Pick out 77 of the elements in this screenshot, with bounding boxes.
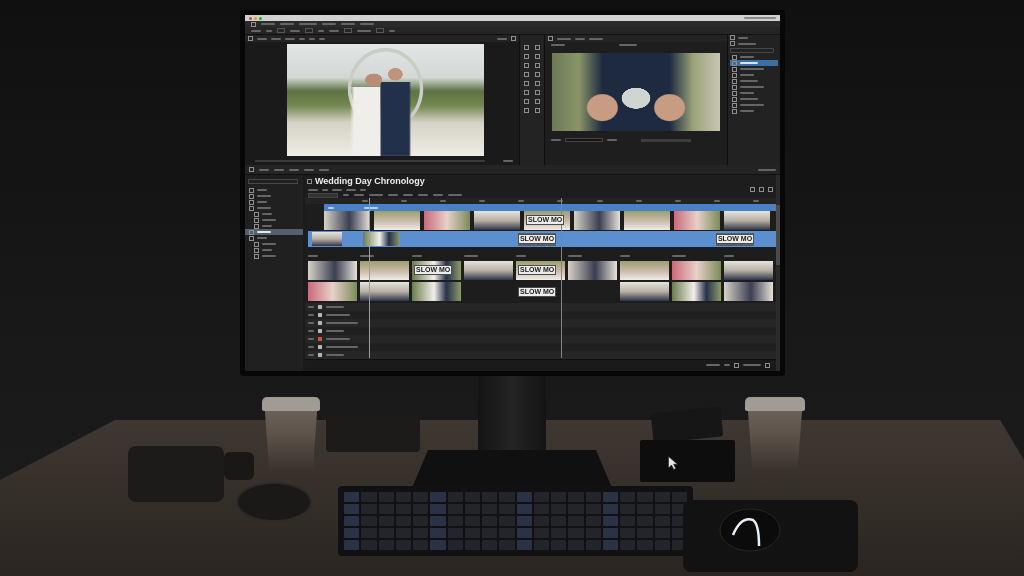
- video-thumbnail[interactable]: [624, 211, 670, 230]
- blurred-text: [389, 29, 395, 32]
- blurred-text: [738, 36, 748, 39]
- blurred-text: [575, 37, 585, 40]
- square-icon: [524, 108, 529, 113]
- square-icon: [535, 45, 540, 50]
- video-thumbnail[interactable]: [360, 282, 409, 301]
- square-icon: [548, 36, 553, 41]
- input-field[interactable]: [565, 138, 603, 142]
- video-thumbnail[interactable]: [672, 261, 721, 280]
- square-icon: [524, 45, 529, 50]
- video-thumbnail[interactable]: [464, 261, 513, 280]
- square-icon: [535, 81, 540, 86]
- square-icon: [759, 187, 764, 192]
- square-icon: [524, 63, 529, 68]
- blurred-text: [328, 206, 334, 209]
- video-thumbnail[interactable]: [674, 211, 720, 230]
- video-thumbnail[interactable]: [672, 282, 721, 301]
- square-icon: [734, 362, 739, 368]
- coffee-cup: [262, 397, 320, 469]
- sidebar-item[interactable]: [245, 229, 303, 235]
- square-icon: [248, 36, 253, 41]
- square-icon: [765, 362, 770, 368]
- video-thumbnail[interactable]: [312, 232, 342, 246]
- scroll-bar[interactable]: [776, 175, 780, 371]
- video-thumbnail[interactable]: [620, 282, 669, 301]
- list-row[interactable]: [305, 335, 776, 343]
- blurred-text: [497, 37, 507, 40]
- list-row[interactable]: [305, 319, 776, 327]
- video-thumbnail[interactable]: [568, 261, 617, 280]
- square-icon: [524, 54, 529, 59]
- blurred-text: [589, 37, 603, 40]
- square-icon: [524, 99, 529, 104]
- video-thumbnail[interactable]: [308, 261, 357, 280]
- coffee-cup: [745, 397, 805, 469]
- video-thumbnail[interactable]: [374, 211, 420, 230]
- square-icon: [535, 108, 540, 113]
- square-icon: [750, 187, 755, 192]
- square-icon: [535, 63, 540, 68]
- square-icon: [524, 90, 529, 95]
- video-thumbnail[interactable]: [724, 282, 773, 301]
- blurred-text: [738, 42, 756, 45]
- timeline-title: Wedding Day Chronology: [315, 175, 425, 187]
- video-thumbnail[interactable]: [412, 282, 461, 301]
- square-icon: [535, 99, 540, 104]
- square-icon: [524, 72, 529, 77]
- video-thumbnail[interactable]: [324, 211, 370, 230]
- video-thumbnail[interactable]: [574, 211, 620, 230]
- square-icon: [535, 54, 540, 59]
- blurred-text: [503, 159, 513, 162]
- scroll-bar[interactable]: [255, 159, 485, 162]
- video-thumbnail[interactable]: [363, 232, 400, 246]
- blurred-text: [364, 206, 378, 209]
- list-item[interactable]: [730, 60, 778, 66]
- video-thumbnail[interactable]: [360, 261, 409, 280]
- blurred-text: [557, 37, 571, 40]
- square-icon: [535, 72, 540, 77]
- search-field[interactable]: [308, 192, 338, 198]
- video-thumbnail[interactable]: [308, 282, 357, 301]
- square-icon: [511, 36, 516, 41]
- cursor-icon: [668, 456, 678, 470]
- square-icon: [535, 90, 540, 95]
- video-thumbnail[interactable]: [724, 261, 773, 280]
- blurred-text: [357, 29, 371, 32]
- close-button[interactable]: [249, 16, 252, 20]
- mouse: [719, 508, 781, 552]
- camera-lens: [224, 452, 254, 480]
- video-thumbnail[interactable]: [474, 211, 520, 230]
- square-icon: [249, 167, 254, 172]
- square-icon: [251, 21, 256, 27]
- square-icon: [307, 178, 312, 184]
- square-icon: [524, 81, 529, 86]
- square-icon: [768, 187, 773, 192]
- blurred-text: [758, 168, 776, 171]
- video-thumbnail[interactable]: [424, 211, 470, 230]
- video-thumbnail[interactable]: [620, 261, 669, 280]
- video-thumbnail[interactable]: [724, 211, 770, 230]
